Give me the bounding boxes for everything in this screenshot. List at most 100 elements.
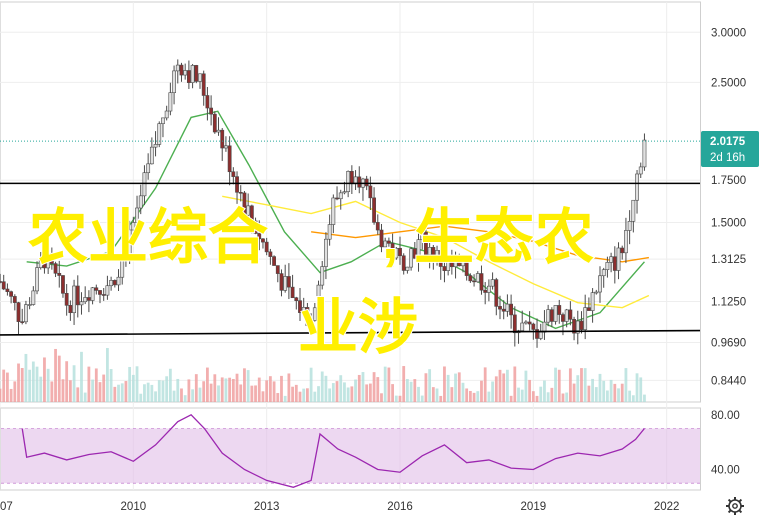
volume-bar xyxy=(187,379,191,402)
volume-bar xyxy=(39,376,43,402)
time-tick-label: 2016 xyxy=(387,501,413,513)
candle-body xyxy=(375,222,380,231)
volume-bar xyxy=(191,389,194,402)
candle-body xyxy=(627,221,632,231)
volume-bar xyxy=(343,382,346,402)
overlay-line-1: 农业综合 xyxy=(28,204,268,271)
candle-body xyxy=(31,290,36,305)
volume-bar xyxy=(161,380,165,402)
volume-bar xyxy=(131,374,135,402)
time-tick-label: 2007 xyxy=(0,501,13,513)
candle-body xyxy=(109,280,114,287)
volume-bar xyxy=(461,382,465,402)
candle-body xyxy=(405,266,410,271)
candle-body xyxy=(12,296,17,303)
candle-body xyxy=(20,321,25,323)
candle-body xyxy=(624,230,628,254)
candle-body xyxy=(342,191,347,194)
volume-bar xyxy=(320,371,324,402)
volume-bar xyxy=(220,377,224,402)
volume-bar xyxy=(206,367,209,402)
volume-bar xyxy=(198,387,202,402)
volume-bar xyxy=(457,372,461,402)
candle-body xyxy=(68,305,73,314)
volume-bar xyxy=(550,387,554,402)
candle-body xyxy=(372,197,376,223)
volume-bar xyxy=(109,369,113,402)
volume-bar xyxy=(83,392,87,402)
candle-body xyxy=(35,267,39,292)
candle-body xyxy=(190,65,195,83)
volume-bar xyxy=(272,381,276,402)
candle-body xyxy=(198,73,202,82)
volume-bar xyxy=(354,379,357,402)
volume-bar xyxy=(524,370,528,402)
volume-bar xyxy=(420,395,424,402)
candle-body xyxy=(72,285,76,314)
candle-body xyxy=(27,304,32,306)
volume-bar xyxy=(598,373,602,402)
volume-bar xyxy=(102,374,106,402)
volume-bar xyxy=(261,391,265,402)
candle-body xyxy=(590,292,595,311)
time-tick-label: 2010 xyxy=(121,501,147,513)
candle-body xyxy=(524,321,528,324)
rsi-tick-label: 40.00 xyxy=(711,465,740,477)
volume-bar xyxy=(213,374,217,402)
candle-body xyxy=(272,256,276,266)
volume-bar xyxy=(350,386,354,402)
candle-body xyxy=(612,256,617,271)
volume-bar xyxy=(31,361,35,402)
volume-bar xyxy=(613,383,617,402)
volume-bar xyxy=(106,348,109,402)
volume-bar xyxy=(294,384,298,402)
volume-bar xyxy=(528,379,532,402)
volume-bar xyxy=(424,373,428,402)
time-tick-label: 2019 xyxy=(521,501,547,513)
volume-bar xyxy=(639,377,643,402)
volume-bar xyxy=(357,374,361,402)
price-tick-label: 0.8440 xyxy=(711,375,746,387)
volume-bar xyxy=(335,381,339,402)
candle-body xyxy=(268,251,273,257)
volume-bar xyxy=(168,368,172,402)
volume-bar xyxy=(394,395,398,402)
volume-bar xyxy=(587,385,591,402)
candle-body xyxy=(86,297,91,301)
candle-body xyxy=(483,289,488,293)
volume-bar xyxy=(13,381,17,402)
candle-body xyxy=(224,145,228,149)
candle-body xyxy=(279,273,284,291)
volume-bar xyxy=(365,384,369,402)
volume-bar xyxy=(0,388,2,402)
volume-bar xyxy=(554,367,557,402)
candle-body xyxy=(149,146,154,165)
volume-bar xyxy=(446,374,450,402)
candle-body xyxy=(509,303,514,316)
candle-body xyxy=(620,247,625,254)
last-price-value: 2.0175 xyxy=(710,136,746,148)
candle-body xyxy=(472,280,476,283)
volume-bar xyxy=(517,387,520,402)
volume-bar xyxy=(50,381,54,402)
candle-body xyxy=(105,285,110,296)
candle-body xyxy=(635,173,639,201)
candle-body xyxy=(520,322,525,331)
candle-body xyxy=(549,309,554,322)
candle-body xyxy=(527,321,532,325)
volume-bar xyxy=(454,373,457,402)
price-tick-label: 1.3125 xyxy=(711,254,746,266)
volume-bar xyxy=(113,386,117,402)
volume-bar xyxy=(339,375,343,402)
candle-body xyxy=(398,247,402,257)
volume-bar xyxy=(154,391,157,402)
volume-bar xyxy=(235,373,239,402)
volume-bar xyxy=(2,369,6,402)
volume-bar xyxy=(580,368,583,402)
volume-bar xyxy=(324,375,328,402)
candle-body xyxy=(605,262,610,271)
candle-body xyxy=(183,70,188,76)
volume-bar xyxy=(520,389,524,402)
volume-bar xyxy=(443,366,446,402)
volume-bar xyxy=(480,380,483,402)
